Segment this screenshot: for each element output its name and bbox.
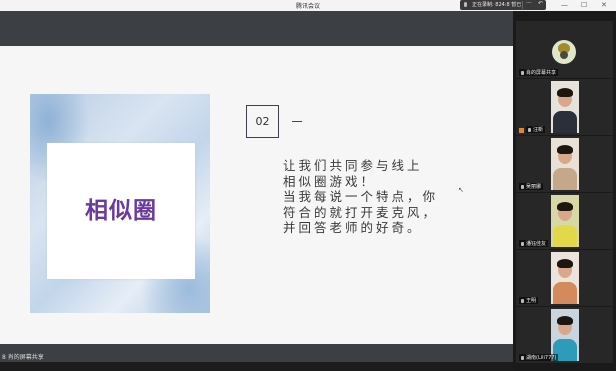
participant-video xyxy=(551,138,579,190)
participant-tile[interactable]: 肖的屏幕共享 xyxy=(516,21,613,78)
person-hair xyxy=(557,259,573,268)
more-options-icon[interactable]: ··· xyxy=(526,0,532,7)
person-hair xyxy=(557,202,573,211)
microphone-icon xyxy=(521,298,524,303)
slide-top-band xyxy=(0,11,513,46)
participant-sidebar[interactable]: 肖的屏幕共享 汪新 吴丽娜 潘钰佳友 王明 湖南(Lili777) xyxy=(513,11,616,371)
undo-icon[interactable]: ↶ xyxy=(538,0,543,7)
microphone-icon xyxy=(521,355,524,360)
participant-tile[interactable]: 吴丽娜 xyxy=(516,136,613,192)
status-badge xyxy=(519,128,524,133)
microphone-icon xyxy=(521,184,524,189)
microphone-icon xyxy=(464,2,467,7)
maximize-icon[interactable]: ☐ xyxy=(581,0,587,10)
person-body xyxy=(553,225,577,247)
person-hair xyxy=(557,145,573,154)
participant-name: 湖南(Lili777) xyxy=(519,354,559,361)
participant-name: 肖的屏幕共享 xyxy=(519,69,559,76)
participant-tile[interactable]: 汪新 xyxy=(516,79,613,135)
close-icon[interactable]: ✕ xyxy=(601,0,607,10)
mouse-cursor-icon: ↖ xyxy=(458,186,464,194)
person-body xyxy=(553,168,577,190)
person-hair xyxy=(557,316,573,325)
minimize-icon[interactable]: — xyxy=(561,0,568,10)
participant-video xyxy=(551,252,579,304)
presentation-slide: 相似圈 02 让我们共同参与线上 相似圈游戏！ 当我每说一个特点，你 符合的就打… xyxy=(0,46,513,344)
participant-tile[interactable]: 潘钰佳友 xyxy=(516,193,613,249)
participant-name: 潘钰佳友 xyxy=(519,240,549,247)
slide-title: 相似圈 xyxy=(85,198,157,224)
avatar xyxy=(552,40,576,64)
section-number: 02 xyxy=(246,105,279,138)
microphone-icon xyxy=(521,241,524,246)
participant-name: 汪新 xyxy=(526,126,546,133)
participant-tile[interactable]: 湖南(Lili777) xyxy=(516,307,613,363)
participant-video xyxy=(551,81,579,133)
decorative-dash xyxy=(292,121,302,122)
watercolor-frame: 相似圈 xyxy=(30,94,210,313)
participant-name: 吴丽娜 xyxy=(519,183,544,190)
participant-video xyxy=(551,195,579,247)
text-line: 相似圈游戏！ xyxy=(283,173,377,189)
participant-name: 王明 xyxy=(519,297,539,304)
avatar-face xyxy=(560,51,568,59)
person-body xyxy=(553,111,577,133)
slide-body-text: 让我们共同参与线上 相似圈游戏！ 当我每说一个特点，你 符合的就打开麦克风， 并… xyxy=(283,158,483,236)
person-hair xyxy=(557,88,573,97)
recording-status-text: 正在录制: 824:8 暂已 xyxy=(472,2,522,8)
slide-bottom-band xyxy=(0,344,513,362)
participant-tile[interactable]: 王明 xyxy=(516,250,613,306)
divider xyxy=(522,1,523,9)
text-line: 符合的就打开麦克风， xyxy=(283,204,439,220)
person-body xyxy=(553,282,577,304)
microphone-icon xyxy=(521,70,524,75)
text-line: 当我每说一个特点，你 xyxy=(283,189,439,204)
microphone-icon xyxy=(528,127,531,132)
text-line: 让我们共同参与线上 xyxy=(283,158,423,173)
screen-share-area: 相似圈 02 让我们共同参与线上 相似圈游戏！ 当我每说一个特点，你 符合的就打… xyxy=(0,11,513,362)
text-line: 并回答老师的好奇。 xyxy=(283,220,423,235)
title-card: 相似圈 xyxy=(47,143,195,279)
recording-indicator[interactable]: 正在录制: 824:8 暂已 ··· ↶ xyxy=(460,0,546,10)
screen-share-label: 8 肖的屏幕共享 xyxy=(2,354,44,361)
